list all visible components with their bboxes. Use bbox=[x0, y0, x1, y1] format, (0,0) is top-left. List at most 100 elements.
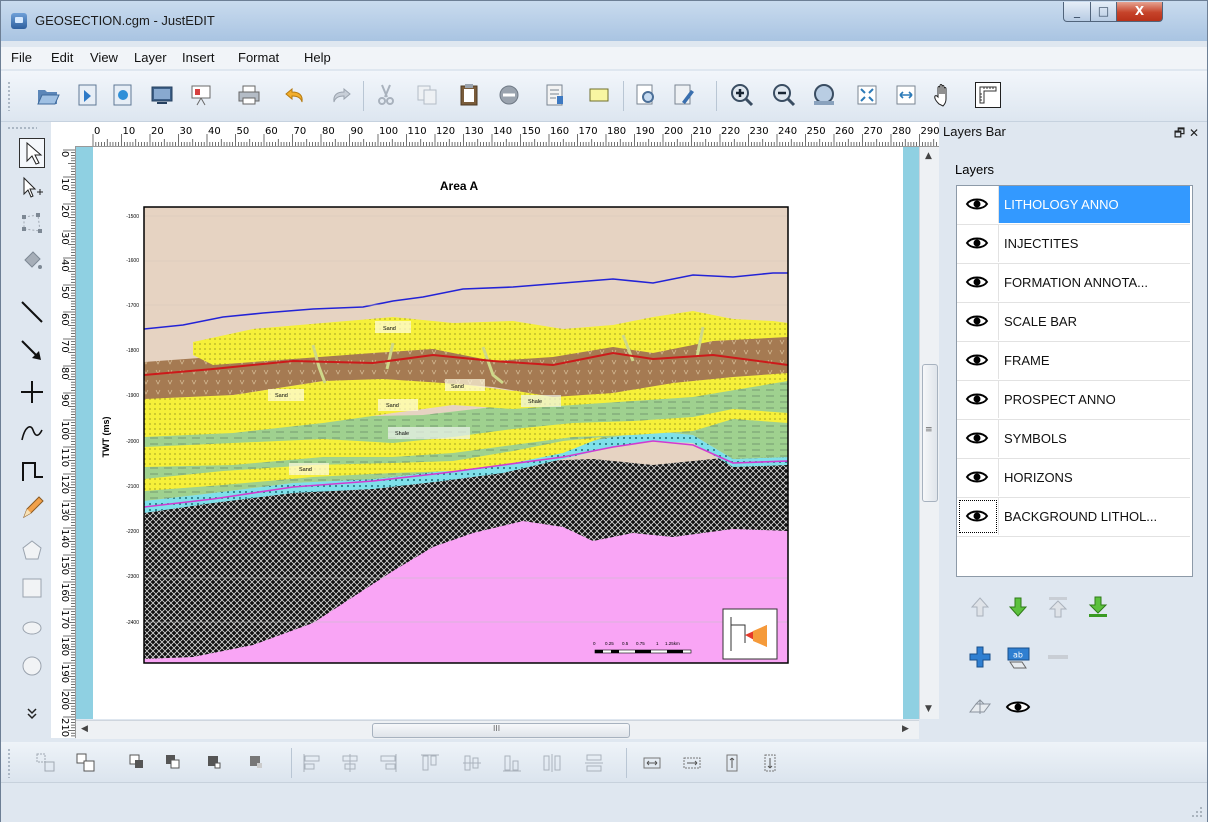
move-layer-top-icon[interactable] bbox=[1045, 594, 1071, 620]
node-select-tool-icon[interactable] bbox=[19, 174, 45, 204]
distribute-vertical-icon[interactable] bbox=[583, 752, 605, 774]
import-icon[interactable] bbox=[75, 82, 101, 108]
export-icon[interactable] bbox=[110, 82, 136, 108]
menu-help[interactable]: Help bbox=[304, 50, 331, 65]
layer-row-prospect-anno[interactable]: PROSPECT ANNO bbox=[957, 381, 1190, 420]
open-icon[interactable] bbox=[35, 82, 61, 108]
visibility-eye-icon[interactable] bbox=[957, 186, 999, 223]
ruler-toggle-icon[interactable] bbox=[975, 82, 1001, 108]
screen-icon[interactable] bbox=[149, 82, 175, 108]
drawing-page[interactable]: Area A TWT (ms) Sand Sand Sand Sand Sand… bbox=[93, 147, 903, 719]
print-preview-icon[interactable] bbox=[633, 82, 659, 108]
select-tool-icon[interactable] bbox=[19, 138, 45, 168]
align-bottom-icon[interactable] bbox=[501, 752, 523, 774]
horizontal-scrollbar[interactable]: ◀ III ▶ bbox=[76, 720, 919, 739]
close-button[interactable]: X bbox=[1116, 2, 1163, 22]
visibility-eye-icon[interactable] bbox=[957, 381, 999, 418]
layer-row-frame[interactable]: FRAME bbox=[957, 342, 1190, 381]
layer-row-lithology-anno[interactable]: LITHOLOGY ANNO bbox=[957, 186, 1190, 225]
same-height-down-icon[interactable] bbox=[759, 752, 781, 774]
undo-icon[interactable] bbox=[283, 82, 309, 108]
copy-icon[interactable] bbox=[414, 82, 440, 108]
paste-icon[interactable] bbox=[456, 82, 482, 108]
move-layer-down-icon[interactable] bbox=[1005, 594, 1031, 620]
layer-row-background-lithology[interactable]: BACKGROUND LITHOL... bbox=[957, 498, 1190, 537]
close-panel-icon[interactable]: ✕ bbox=[1189, 126, 1199, 140]
rectangle-tool-icon[interactable] bbox=[19, 574, 45, 604]
scroll-up-arrow-icon[interactable]: ▲ bbox=[925, 151, 932, 161]
pencil-tool-icon[interactable] bbox=[19, 494, 45, 524]
same-height-icon[interactable] bbox=[721, 752, 743, 774]
move-layer-bottom-icon[interactable] bbox=[1085, 594, 1111, 620]
fill-tool-icon[interactable] bbox=[19, 246, 45, 276]
fit-page-icon[interactable] bbox=[854, 82, 880, 108]
zoom-in-icon[interactable] bbox=[729, 82, 755, 108]
horizontal-scroll-thumb[interactable]: III bbox=[372, 723, 630, 738]
toggle-all-visibility-eye-icon[interactable] bbox=[1005, 694, 1031, 720]
tools-grip[interactable] bbox=[7, 126, 37, 130]
visibility-eye-icon[interactable] bbox=[957, 420, 999, 457]
fit-width-icon[interactable] bbox=[893, 82, 919, 108]
move-layer-up-icon[interactable] bbox=[967, 594, 993, 620]
polygon-tool-icon[interactable] bbox=[19, 536, 45, 566]
scroll-down-arrow-icon[interactable]: ▼ bbox=[925, 704, 932, 714]
resize-grip-icon[interactable] bbox=[1191, 806, 1203, 818]
toolbar-grip[interactable] bbox=[7, 81, 11, 111]
redo-icon[interactable] bbox=[327, 82, 353, 108]
align-left-icon[interactable] bbox=[301, 752, 323, 774]
vertical-scroll-thumb[interactable]: ≡ bbox=[922, 364, 938, 502]
reshape-tool-icon[interactable] bbox=[19, 210, 45, 240]
pan-hand-icon[interactable] bbox=[931, 82, 957, 108]
send-to-back-icon[interactable] bbox=[163, 752, 185, 774]
rename-layer-icon[interactable]: ab bbox=[1005, 644, 1031, 670]
menu-layer[interactable]: Layer bbox=[134, 50, 167, 65]
menu-edit[interactable]: Edit bbox=[51, 50, 73, 65]
menu-insert[interactable]: Insert bbox=[182, 50, 215, 65]
arrow-tool-icon[interactable] bbox=[19, 337, 45, 367]
layer-list[interactable]: LITHOLOGY ANNO INJECTITES FORMATION ANNO… bbox=[956, 185, 1193, 577]
line-tool-icon[interactable] bbox=[19, 298, 45, 328]
circle-tool-icon[interactable] bbox=[19, 652, 45, 682]
visibility-eye-icon[interactable] bbox=[957, 342, 999, 379]
group-icon[interactable] bbox=[35, 752, 57, 774]
presentation-icon[interactable] bbox=[188, 82, 214, 108]
align-middle-icon[interactable] bbox=[461, 752, 483, 774]
more-tools-chevron-icon[interactable] bbox=[19, 704, 45, 722]
visibility-eye-icon[interactable] bbox=[957, 303, 999, 340]
menu-file[interactable]: File bbox=[11, 50, 32, 65]
add-layer-icon[interactable] bbox=[967, 644, 993, 670]
edit-icon[interactable] bbox=[671, 82, 697, 108]
minimize-button[interactable]: _ bbox=[1063, 2, 1091, 22]
rectangle-fill-icon[interactable] bbox=[586, 82, 612, 108]
bring-to-front-icon[interactable] bbox=[127, 752, 149, 774]
visibility-eye-icon[interactable] bbox=[957, 498, 999, 535]
layer-row-horizons[interactable]: HORIZONS bbox=[957, 459, 1190, 498]
scroll-right-arrow-icon[interactable]: ▶ bbox=[902, 724, 909, 734]
scroll-left-arrow-icon[interactable]: ◀ bbox=[81, 724, 88, 734]
layer-row-formation-annotation[interactable]: FORMATION ANNOTA... bbox=[957, 264, 1190, 303]
alignment-toolbar-grip[interactable] bbox=[7, 748, 11, 778]
remove-layer-icon[interactable] bbox=[1045, 644, 1071, 670]
zoom-fit-icon[interactable] bbox=[811, 82, 837, 108]
layer-row-injectites[interactable]: INJECTITES bbox=[957, 225, 1190, 264]
visibility-eye-icon[interactable] bbox=[957, 264, 999, 301]
polyline-tool-icon[interactable] bbox=[19, 457, 45, 487]
float-panel-icon[interactable]: 🗗 bbox=[1174, 126, 1185, 140]
ellipse-tool-icon[interactable] bbox=[19, 614, 45, 644]
bring-forward-icon[interactable] bbox=[204, 752, 226, 774]
layer-properties-icon[interactable] bbox=[967, 694, 993, 720]
curve-tool-icon[interactable] bbox=[19, 418, 45, 448]
menu-format[interactable]: Format bbox=[238, 50, 279, 65]
distribute-horizontal-icon[interactable] bbox=[541, 752, 563, 774]
cancel-icon[interactable] bbox=[496, 82, 522, 108]
layer-row-symbols[interactable]: SYMBOLS bbox=[957, 420, 1190, 459]
same-width-icon[interactable] bbox=[641, 752, 663, 774]
vertical-scrollbar[interactable]: ▲ ≡ ▼ bbox=[919, 147, 939, 719]
menu-view[interactable]: View bbox=[90, 50, 118, 65]
same-width-right-icon[interactable] bbox=[681, 752, 703, 774]
align-center-icon[interactable] bbox=[339, 752, 361, 774]
canvas-area[interactable]: Area A TWT (ms) Sand Sand Sand Sand Sand… bbox=[76, 147, 919, 719]
visibility-eye-icon[interactable] bbox=[957, 459, 999, 496]
cross-tool-icon[interactable] bbox=[19, 378, 45, 408]
align-top-icon[interactable] bbox=[419, 752, 441, 774]
